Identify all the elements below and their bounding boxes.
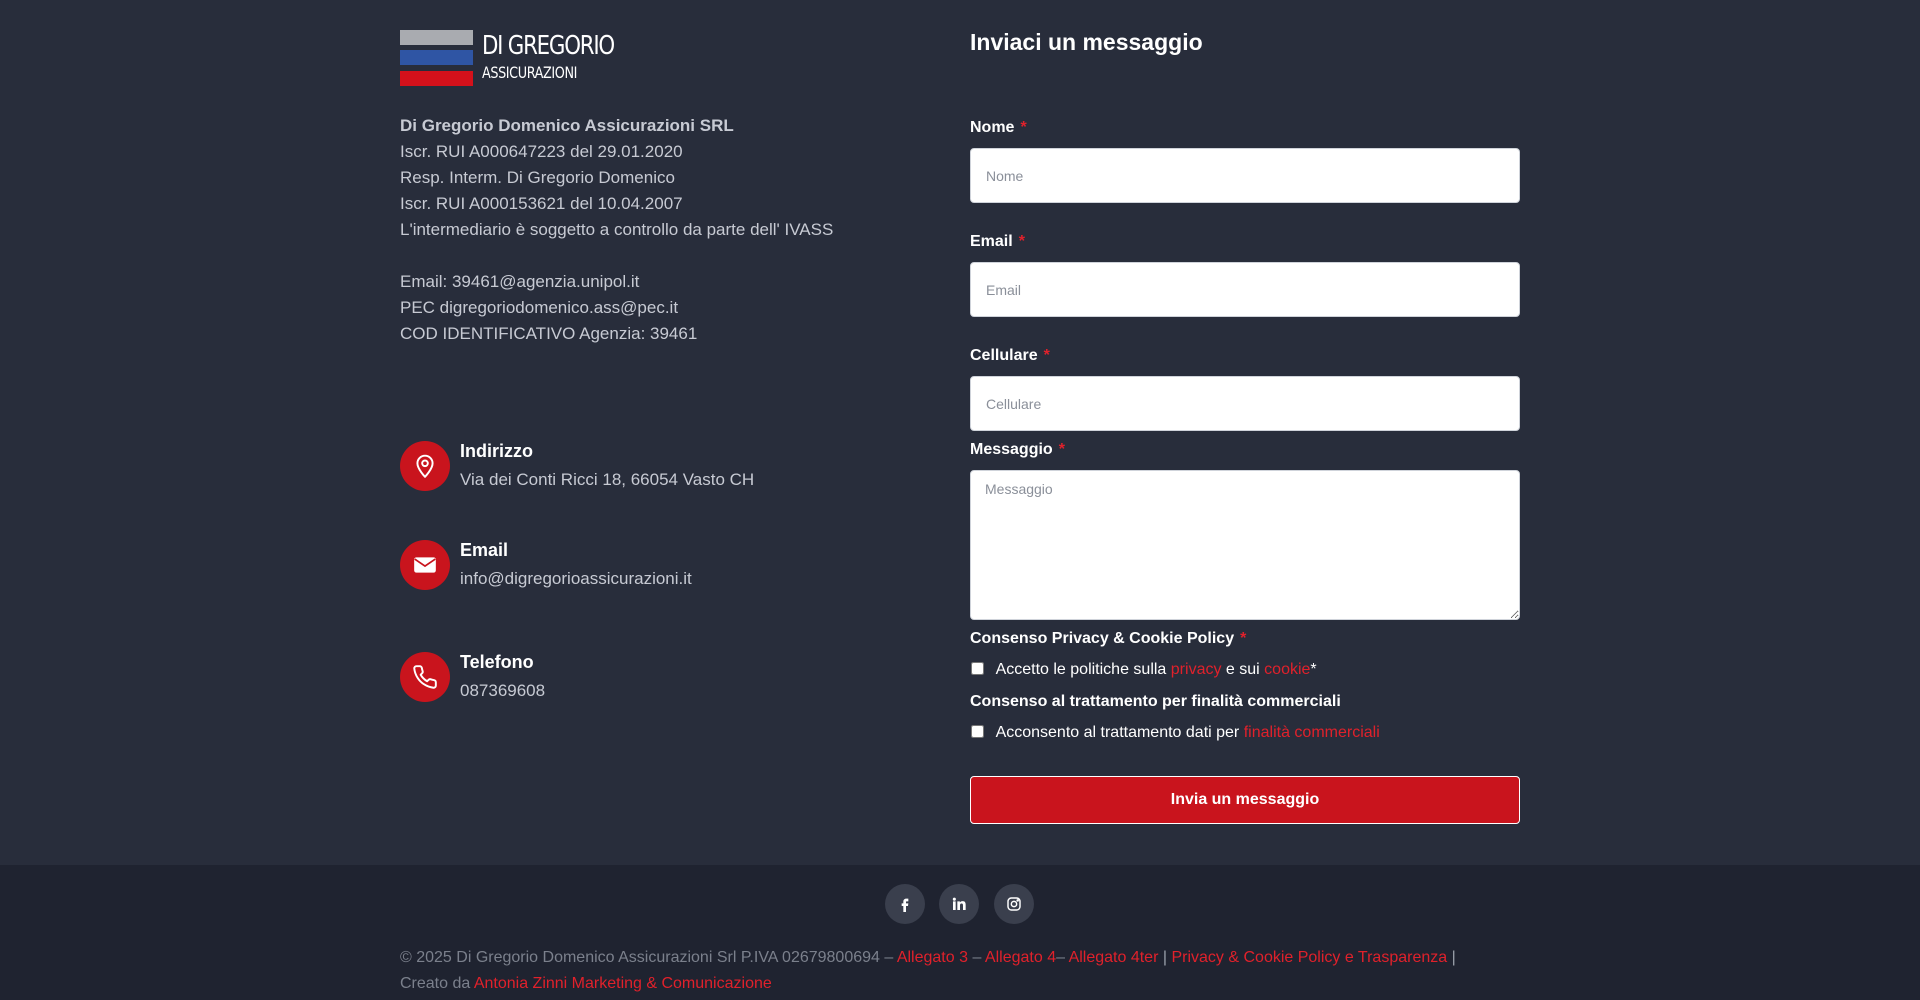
contact-title: Indirizzo xyxy=(460,441,533,461)
privacy-consent-text: Accetto le politiche sulla xyxy=(995,661,1167,678)
cellulare-label-text: Cellulare xyxy=(970,347,1038,364)
envelope-icon xyxy=(400,540,450,590)
contact-address: Indirizzo Via dei Conti Ricci 18, 66054 … xyxy=(400,441,900,493)
logo-stripe-red xyxy=(400,71,473,86)
privacy-consent-text-middle: e sui xyxy=(1225,661,1260,678)
privacy-consent-row: Accetto le politiche sulla privacy e sui… xyxy=(970,661,1317,679)
linkedin-icon[interactable] xyxy=(939,884,979,924)
company-line: Iscr. RUI A000153621 del 10.04.2007 xyxy=(400,194,683,213)
nome-label: Nome * xyxy=(970,119,1027,137)
agency-link[interactable]: Antonia Zinni Marketing & Comunicazione xyxy=(474,975,772,992)
allegato-4ter-link[interactable]: Allegato 4ter xyxy=(1069,949,1159,966)
privacy-consent-heading-text: Consenso Privacy & Cookie Policy xyxy=(970,630,1235,647)
commercial-consent-row: Acconsento al trattamento dati per final… xyxy=(970,724,1380,742)
privacy-consent-checkbox[interactable] xyxy=(971,662,984,675)
messaggio-textarea[interactable] xyxy=(970,470,1520,620)
commercial-purposes-link[interactable]: finalità commerciali xyxy=(1244,724,1380,741)
commercial-consent-checkbox[interactable] xyxy=(971,725,984,738)
logo-stripe-grey xyxy=(400,30,473,45)
privacy-consent-heading: Consenso Privacy & Cookie Policy * xyxy=(970,630,1246,648)
submit-message-button[interactable]: Invia un messaggio xyxy=(970,776,1520,824)
contact-section: DI GREGORIO ASSICURAZIONI Di Gregorio Do… xyxy=(0,0,1920,865)
separator-dash: – xyxy=(1056,949,1065,966)
company-info: Di Gregorio Domenico Assicurazioni SRL I… xyxy=(400,113,920,347)
form-title: Inviaci un messaggio xyxy=(970,29,1203,55)
allegato-4-link[interactable]: Allegato 4 xyxy=(985,949,1056,966)
cookie-link[interactable]: cookie xyxy=(1264,661,1310,678)
contact-email: Email info@digregorioassicurazioni.it xyxy=(400,540,900,592)
logo-name: DI GREGORIO xyxy=(482,31,615,61)
cellulare-input[interactable] xyxy=(970,376,1520,431)
commercial-consent-text: Acconsento al trattamento dati per xyxy=(995,724,1240,741)
allegato-3-link[interactable]: Allegato 3 xyxy=(897,949,968,966)
contact-title: Email xyxy=(460,540,509,560)
nome-input[interactable] xyxy=(970,148,1520,203)
phone-icon xyxy=(400,652,450,702)
company-logo[interactable]: DI GREGORIO ASSICURAZIONI xyxy=(400,30,620,86)
company-line: L'intermediario è soggetto a controllo d… xyxy=(400,220,834,239)
company-email-line: Email: 39461@agenzia.unipol.it xyxy=(400,272,640,291)
copyright-text: © 2025 Di Gregorio Domenico Assicurazion… xyxy=(400,949,894,966)
instagram-icon[interactable] xyxy=(994,884,1034,924)
separator-pipe: | xyxy=(1162,949,1168,966)
privacy-link[interactable]: privacy xyxy=(1171,661,1222,678)
logo-stripe-blue xyxy=(400,50,473,65)
messaggio-label-text: Messaggio xyxy=(970,441,1053,458)
company-name: Di Gregorio Domenico Assicurazioni SRL xyxy=(400,116,734,135)
map-pin-icon xyxy=(400,441,450,491)
required-asterisk: * xyxy=(1310,661,1317,678)
required-mark: * xyxy=(1018,233,1025,250)
cellulare-label: Cellulare * xyxy=(970,347,1050,365)
company-line: Resp. Interm. Di Gregorio Domenico xyxy=(400,168,675,187)
company-line: Iscr. RUI A000647223 del 29.01.2020 xyxy=(400,142,683,161)
separator-pipe: | xyxy=(1451,949,1456,966)
required-mark: * xyxy=(1020,119,1027,136)
company-pec-line: PEC digregoriodomenico.ass@pec.it xyxy=(400,298,679,317)
created-by-text: Creato da xyxy=(400,975,471,992)
contact-title: Telefono xyxy=(460,652,534,672)
privacy-policy-link[interactable]: Privacy & Cookie Policy e Trasparenza xyxy=(1171,949,1447,966)
contact-value[interactable]: info@digregorioassicurazioni.it xyxy=(460,569,692,589)
required-mark: * xyxy=(1240,630,1247,647)
email-label: Email * xyxy=(970,233,1025,251)
facebook-icon[interactable] xyxy=(885,884,925,924)
required-mark: * xyxy=(1043,347,1050,364)
nome-label-text: Nome xyxy=(970,119,1015,136)
company-code-line: COD IDENTIFICATIVO Agenzia: 39461 xyxy=(400,324,698,343)
contact-phone: Telefono 087369608 xyxy=(400,652,900,704)
messaggio-label: Messaggio * xyxy=(970,441,1065,459)
contact-value[interactable]: 087369608 xyxy=(460,681,545,701)
email-input[interactable] xyxy=(970,262,1520,317)
required-mark: * xyxy=(1058,441,1065,458)
separator-dash: – xyxy=(972,949,982,966)
email-label-text: Email xyxy=(970,233,1013,250)
contact-value: Via dei Conti Ricci 18, 66054 Vasto CH xyxy=(460,470,755,489)
commercial-consent-heading: Consenso al trattamento per finalità com… xyxy=(970,693,1341,710)
logo-subtitle: ASSICURAZIONI xyxy=(482,63,577,82)
footer-copyright: © 2025 Di Gregorio Domenico Assicurazion… xyxy=(400,945,1460,997)
